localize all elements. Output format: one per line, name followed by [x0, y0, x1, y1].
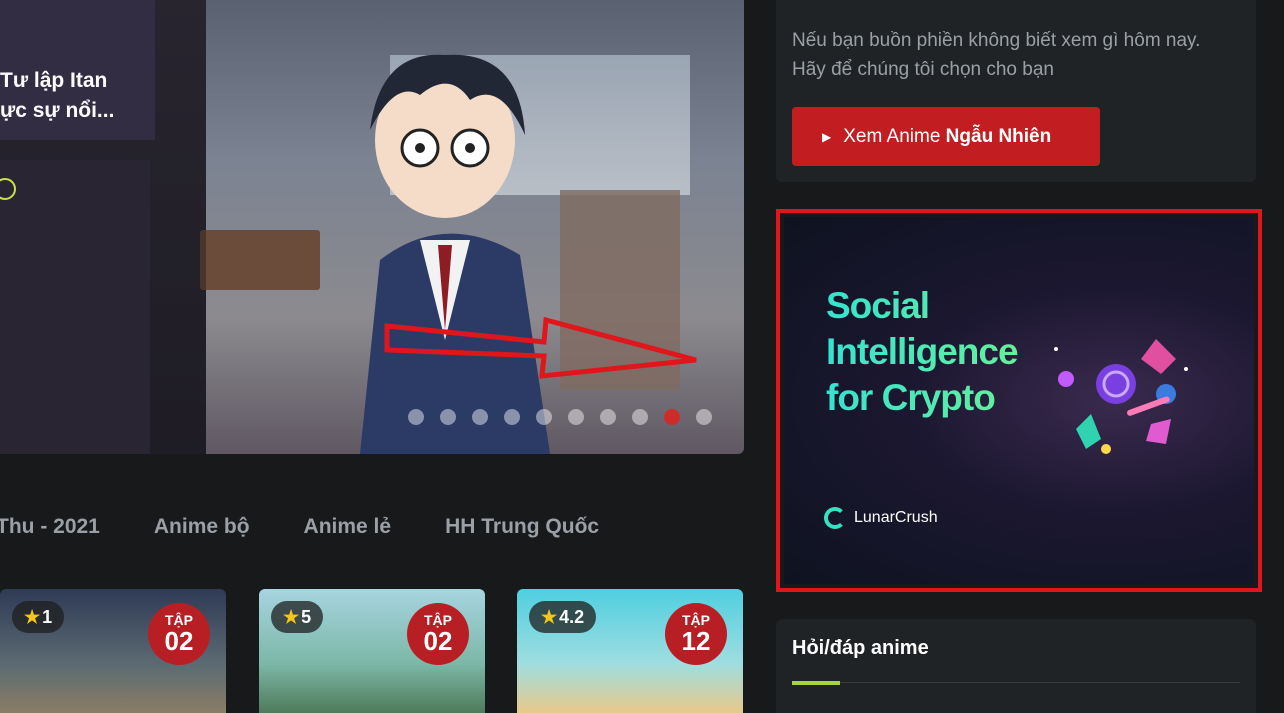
hero-slider[interactable]: Tư lập Itan ực sự nổi... [0, 0, 744, 454]
star-icon: ★ [283, 606, 300, 627]
ad-highlight-frame: Social Intelligence for Crypto LunarCrus [776, 209, 1262, 592]
anime-card-3[interactable]: ★ 4.2 TẬP 12 [517, 589, 743, 713]
star-icon: ★ [541, 606, 558, 627]
random-anime-box: Nếu bạn buồn phiền không biết xem gì hôm… [776, 0, 1256, 182]
tab-chinese-anime[interactable]: HH Trung Quốc [445, 515, 599, 539]
episode-badge: TẬP 02 [148, 603, 210, 665]
ad-banner[interactable]: Social Intelligence for Crypto LunarCrus [784, 217, 1254, 584]
rating-badge: ★ 1 [12, 601, 65, 633]
divider [792, 682, 1240, 683]
random-btn-label: Xem Anime Ngẫu Nhiên [843, 125, 1052, 147]
category-tabs: Thu - 2021 Anime bộ Anime lẻ HH Trung Qu… [0, 515, 653, 539]
qa-anime-box: Hỏi/đáp anime [776, 619, 1256, 713]
crypto-illustration-icon [1054, 339, 1188, 454]
tab-season[interactable]: Thu - 2021 [0, 515, 100, 539]
hero-title-line-2: ực sự nổi... [0, 99, 115, 122]
slider-dots [408, 409, 712, 425]
slider-dot-active[interactable] [664, 409, 680, 425]
qa-anime-title: Hỏi/đáp anime [792, 637, 929, 659]
play-icon: ▶ [822, 129, 832, 144]
slider-dot[interactable] [472, 409, 488, 425]
page: Tư lập Itan ực sự nổi... Thu - 2021 Anim… [0, 0, 1284, 713]
random-anime-description: Nếu bạn buồn phiền không biết xem gì hôm… [792, 30, 1201, 80]
slider-dot[interactable] [632, 409, 648, 425]
slider-dot[interactable] [408, 409, 424, 425]
lunarcrush-logo-icon [824, 507, 846, 529]
ad-brand-logo: LunarCrush [824, 507, 938, 529]
slider-dot[interactable] [536, 409, 552, 425]
hero-title-line-1: Tư lập Itan [0, 69, 108, 92]
tab-anime-series[interactable]: Anime bộ [154, 515, 250, 539]
star-icon: ★ [24, 606, 41, 627]
ad-headline: Social Intelligence for Crypto [826, 283, 1018, 421]
episode-badge: TẬP 02 [407, 603, 469, 665]
tab-anime-movie[interactable]: Anime lẻ [304, 515, 392, 539]
slider-dot[interactable] [600, 409, 616, 425]
rating-badge: ★ 4.2 [529, 601, 597, 633]
annotation-arrow-icon [384, 316, 697, 379]
slider-dot[interactable] [568, 409, 584, 425]
anime-card-1[interactable]: ★ 1 TẬP 02 [0, 589, 226, 713]
slider-dot[interactable] [440, 409, 456, 425]
random-anime-button[interactable]: ▶ Xem Anime Ngẫu Nhiên [792, 107, 1100, 166]
episode-badge: TẬP 12 [665, 603, 727, 665]
anime-card-2[interactable]: ★ 5 TẬP 02 [259, 589, 485, 713]
slider-dot[interactable] [696, 409, 712, 425]
hero-desk-art-2 [200, 230, 320, 290]
title-underline [792, 681, 840, 685]
slider-dot[interactable] [504, 409, 520, 425]
hero-character-art [360, 54, 550, 454]
hero-prev-title[interactable]: Tư lập Itan ực sự nổi... [0, 66, 114, 126]
rating-badge: ★ 5 [271, 601, 324, 633]
